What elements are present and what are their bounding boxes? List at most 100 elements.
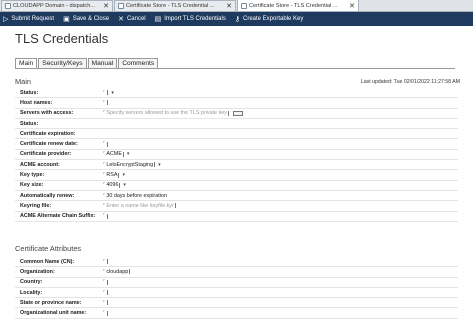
edit-marker-icon: ⌜	[103, 279, 106, 286]
field-row-organization: Organization: ⌜ cloudapp	[15, 267, 458, 278]
field-label: Key size:	[20, 182, 44, 189]
chevron-down-icon: ▾	[126, 151, 130, 158]
browser-tab-title: Certificate Store - TLS Credential ...	[249, 2, 338, 9]
edit-cursor-icon	[174, 203, 177, 209]
field-label: Certificate renew date:	[20, 141, 78, 148]
edit-marker-icon: ⌜	[103, 151, 106, 158]
tab-main[interactable]: Main	[15, 58, 38, 68]
edit-marker-icon: ⌜	[103, 110, 106, 117]
field-label: Certificate provider:	[20, 151, 72, 158]
edit-cursor-icon	[107, 100, 109, 106]
edit-marker-icon: ⌜	[103, 213, 106, 220]
field-row-host-names: Host names: ⌜	[15, 98, 458, 109]
edit-marker-icon: ⌜	[103, 192, 106, 199]
browser-tab-title: CLOUDAPP Domain - dispatch...	[13, 3, 95, 9]
field-row-locality: Locality: ⌜	[15, 288, 458, 299]
status-select[interactable]: ⌜ ▾	[103, 90, 458, 96]
edit-cursor-icon	[107, 213, 109, 219]
browser-tab-certificate-store[interactable]: Certificate Store - TLS Credential ... ✕	[114, 0, 236, 11]
certificate-renew-date-field[interactable]: ⌜	[103, 141, 458, 147]
server-picker-button[interactable]	[233, 110, 243, 116]
submit-request-button[interactable]: ▷ Submit Request	[3, 15, 54, 23]
keyring-file-field[interactable]: ⌜ Enter a name like keyfile.kyr	[103, 203, 458, 209]
field-row-keyring-file: Keyring file: ⌜ Enter a name like keyfil…	[15, 201, 458, 212]
close-icon[interactable]: ✕	[226, 2, 232, 10]
edit-cursor-icon	[107, 279, 109, 285]
field-label: Country:	[20, 279, 43, 286]
edit-cursor-icon	[228, 110, 230, 116]
automatically-renew-field[interactable]: ⌜ 30 days before expiration	[103, 193, 458, 199]
key-type-select[interactable]: ⌜ RSA ▾	[103, 172, 458, 178]
state-province-field[interactable]: ⌜	[103, 300, 458, 306]
page-title: TLS Credentials	[15, 31, 109, 46]
field-label: Host names:	[20, 99, 53, 106]
page-icon	[118, 3, 124, 9]
renew-days-suffix: days before expiration	[113, 192, 167, 199]
field-label: Certificate expiration:	[20, 130, 76, 137]
close-icon[interactable]: ✕	[103, 2, 109, 10]
field-row-certificate-expiration: Certificate expiration:	[15, 129, 458, 140]
tab-comments[interactable]: Comments	[118, 58, 159, 68]
import-tls-credentials-label: Import TLS Credentials	[164, 16, 226, 22]
action-toolbar: ▷ Submit Request ▣ Save & Close ✕ Cancel…	[0, 12, 473, 26]
field-label: Common Name (CN):	[20, 258, 75, 265]
field-row-certificate-provider: Certificate provider: ⌜ ACME ▾	[15, 150, 458, 161]
field-row-automatically-renew: Automatically renew: ⌜ 30 days before ex…	[15, 191, 458, 202]
field-row-acme-alternate-chain-suffix: ACME Alternate Chain Suffix: ⌜	[15, 212, 458, 222]
acme-account-value: LetsEncryptStaging	[106, 161, 154, 168]
form-tabs: Main Security/Keys Manual Comments	[15, 58, 455, 69]
main-fields: Status: ⌜ ▾ Host names: ⌜ Servers with a…	[15, 88, 458, 222]
organization-field[interactable]: ⌜ cloudapp	[103, 269, 458, 275]
browser-tab-tls-credential[interactable]: Certificate Store - TLS Credential ... ✕	[237, 0, 359, 11]
tab-security-keys[interactable]: Security/Keys	[38, 58, 87, 68]
edit-cursor-icon	[129, 269, 131, 275]
import-tls-credentials-button[interactable]: ▤ Import TLS Credentials	[155, 15, 226, 23]
chevron-down-icon: ▾	[111, 89, 114, 96]
servers-with-access-field[interactable]: ⌜ Specify servers allowed to use the TLS…	[103, 110, 458, 116]
cancel-button[interactable]: ✕ Cancel	[118, 15, 146, 23]
field-label: Organization:	[20, 268, 55, 275]
edit-marker-icon: ⌜	[103, 268, 106, 275]
organizational-unit-field[interactable]: ⌜	[103, 310, 458, 316]
locality-field[interactable]: ⌜	[103, 290, 458, 296]
browser-tab-title: Certificate Store - TLS Credential ...	[126, 3, 215, 9]
edit-cursor-icon	[154, 162, 156, 168]
key-size-select[interactable]: ⌜ 4096 ▾	[103, 182, 458, 188]
field-row-status: Status: ⌜ ▾	[15, 88, 458, 99]
field-label: Keyring file:	[20, 202, 52, 209]
field-row-key-type: Key type: ⌜ RSA ▾	[15, 170, 458, 181]
tab-manual[interactable]: Manual	[87, 58, 118, 68]
edit-marker-icon: ⌜	[103, 172, 106, 179]
edit-marker-icon: ⌜	[103, 202, 106, 209]
field-label: Organizational unit name:	[20, 310, 87, 317]
field-label: Locality:	[20, 289, 43, 296]
field-row-state-province: State or province name: ⌜	[15, 298, 458, 309]
field-label: Key type:	[20, 172, 45, 179]
edit-marker-icon: ⌜	[103, 182, 106, 189]
host-names-field[interactable]: ⌜	[103, 100, 458, 106]
acme-alternate-chain-suffix-field[interactable]: ⌜	[103, 213, 458, 219]
page-icon	[5, 3, 11, 9]
edit-cursor-icon	[122, 151, 125, 157]
submit-request-label: Submit Request	[11, 16, 55, 22]
key-type-value: RSA	[106, 172, 118, 179]
acme-account-select[interactable]: ⌜ LetsEncryptStaging ▾	[103, 162, 458, 168]
field-row-cert-status: Status:	[15, 119, 458, 130]
country-field[interactable]: ⌜	[103, 279, 458, 285]
servers-placeholder: Specify servers allowed to use the TLS p…	[106, 110, 227, 117]
key-icon: ⚷	[234, 16, 240, 23]
edit-marker-icon: ⌜	[103, 299, 106, 306]
close-icon[interactable]: ✕	[349, 2, 355, 10]
edit-marker-icon: ⌜	[103, 310, 106, 317]
browser-tab-domain[interactable]: CLOUDAPP Domain - dispatch... ✕	[1, 0, 113, 11]
certificate-provider-select[interactable]: ⌜ ACME ▾	[103, 151, 458, 157]
create-exportable-key-label: Create Exportable Key	[243, 16, 304, 22]
keyring-file-placeholder: Enter a name like keyfile.kyr	[106, 202, 174, 209]
save-close-button[interactable]: ▣ Save & Close	[63, 15, 109, 23]
common-name-field[interactable]: ⌜	[103, 259, 458, 265]
chevron-down-icon: ▾	[123, 182, 126, 189]
create-exportable-key-button[interactable]: ⚷ Create Exportable Key	[235, 15, 304, 23]
page-icon	[241, 2, 247, 9]
edit-cursor-icon	[107, 290, 109, 296]
field-row-country: Country: ⌜	[15, 278, 458, 288]
